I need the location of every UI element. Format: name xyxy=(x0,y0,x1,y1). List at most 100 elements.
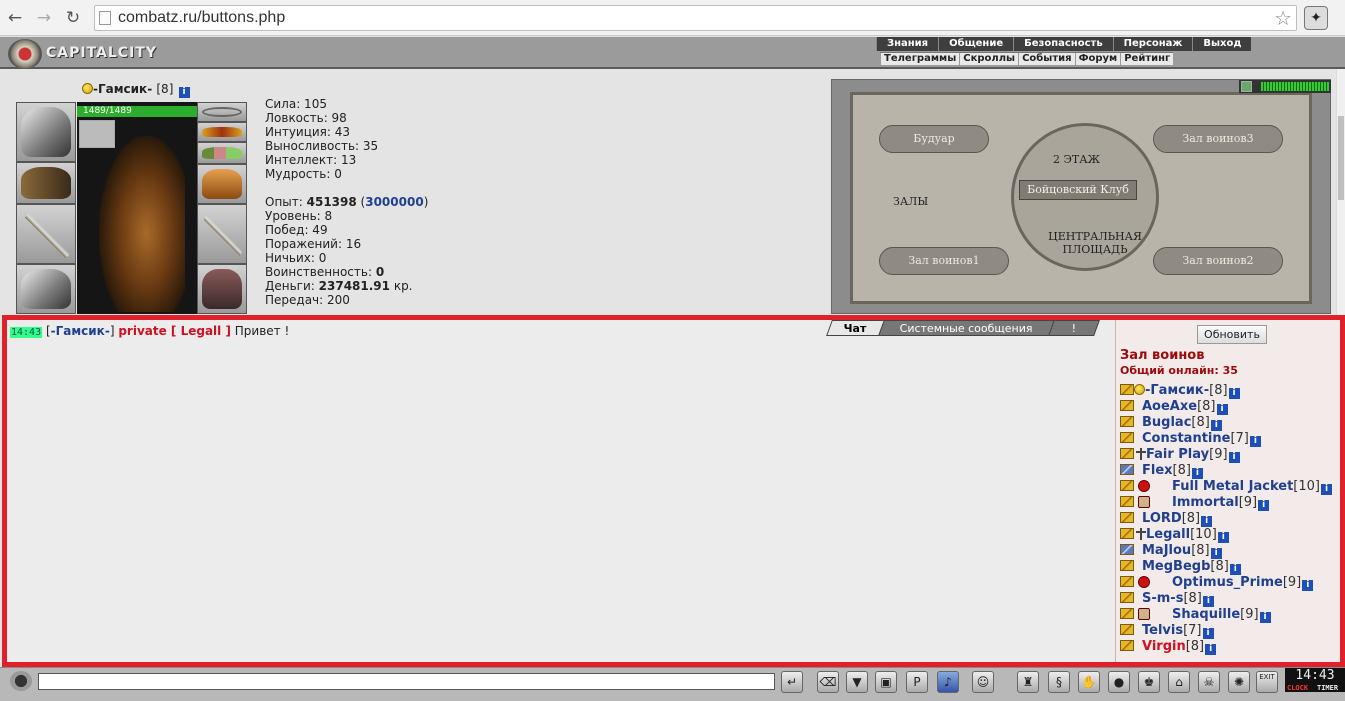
list-item[interactable]: Legall[10] i xyxy=(1120,527,1340,543)
room-warriors1[interactable]: Зал воинов1 xyxy=(879,247,1009,275)
eraser-icon[interactable]: ⌫ xyxy=(817,671,839,693)
info-icon[interactable]: i xyxy=(1191,468,1203,479)
info-icon[interactable]: i xyxy=(1202,628,1214,639)
list-item[interactable]: Constantine[7] i xyxy=(1120,431,1340,447)
reload-icon[interactable]: ↻ xyxy=(62,7,84,29)
private-msg-icon[interactable] xyxy=(1120,432,1134,443)
list-item[interactable]: Immortal[9] i xyxy=(1120,495,1340,511)
list-item[interactable]: Virgin[8] i xyxy=(1120,639,1340,655)
menu-security[interactable]: Безопасность xyxy=(1013,37,1113,51)
chat-input[interactable] xyxy=(38,673,775,690)
room-warriors3[interactable]: Зал воинов3 xyxy=(1153,125,1283,153)
submenu-rating[interactable]: Рейтинг xyxy=(1120,53,1173,65)
fight-club-sign[interactable]: Бойцовский Клуб xyxy=(1019,180,1137,200)
message-private-tag[interactable]: private [ Legall ] xyxy=(118,324,231,338)
back-icon[interactable]: ← xyxy=(4,7,26,29)
bookmark-star-icon[interactable]: ☆ xyxy=(1274,6,1292,30)
info-icon[interactable]: i xyxy=(1216,404,1228,415)
list-item[interactable]: LORD[8] i xyxy=(1120,511,1340,527)
private-msg-icon[interactable] xyxy=(1120,528,1134,539)
bracers-slot[interactable] xyxy=(16,162,76,204)
list-item[interactable]: Flex[8] i xyxy=(1120,463,1340,479)
submenu-telegrams[interactable]: Телеграммы xyxy=(880,53,959,65)
refresh-map-icon[interactable] xyxy=(1241,81,1252,92)
skills-icon[interactable]: ✋ xyxy=(1078,671,1100,693)
armor-slot[interactable] xyxy=(16,264,76,314)
sound-icon[interactable]: ♪ xyxy=(937,671,959,693)
tab-alerts[interactable]: ! xyxy=(1047,320,1100,336)
submenu-events[interactable]: События xyxy=(1018,53,1074,65)
submenu-scrolls[interactable]: Скроллы xyxy=(959,53,1018,65)
private-msg-icon[interactable] xyxy=(1120,640,1134,651)
info-icon[interactable]: i xyxy=(1228,452,1240,463)
list-item[interactable]: MegBegb[8] i xyxy=(1120,559,1340,575)
menu-communication[interactable]: Общение xyxy=(938,37,1013,51)
legs-slot[interactable] xyxy=(197,264,247,314)
private-msg-icon[interactable] xyxy=(1120,416,1134,427)
timer-label[interactable]: TIMER xyxy=(1317,684,1338,692)
list-item[interactable]: S-m-s[8] i xyxy=(1120,591,1340,607)
fight-icon[interactable]: ☠ xyxy=(1198,671,1220,693)
scroll-icon[interactable]: § xyxy=(1048,671,1070,693)
list-item[interactable]: AoeAxe[8] i xyxy=(1120,399,1340,415)
list-item[interactable]: Telvis[7] i xyxy=(1120,623,1340,639)
list-item[interactable]: Fair Play[9] i xyxy=(1120,447,1340,463)
gloves-slot[interactable] xyxy=(197,164,247,204)
info-icon[interactable]: i xyxy=(1259,612,1271,623)
info-icon[interactable]: i xyxy=(1228,388,1240,399)
list-item[interactable]: Shaquille[9] i xyxy=(1120,607,1340,623)
menu-knowledge[interactable]: Знания xyxy=(876,37,938,51)
exit-icon[interactable]: EXIT xyxy=(1256,671,1278,693)
private-msg-icon[interactable] xyxy=(1120,464,1134,475)
private-msg-icon[interactable] xyxy=(1120,448,1134,459)
info-icon[interactable]: i xyxy=(1201,516,1213,527)
tab-system-messages[interactable]: Системные сообщения xyxy=(877,320,1055,336)
bug-icon[interactable]: ✺ xyxy=(1228,671,1250,693)
info-icon[interactable]: i xyxy=(1202,596,1214,607)
menu-exit[interactable]: Выход xyxy=(1192,37,1251,51)
private-msg-icon[interactable] xyxy=(1120,560,1134,571)
url-text[interactable]: combatz.ru/buttons.php xyxy=(118,9,285,27)
shop-icon[interactable]: ⌂ xyxy=(1168,671,1190,693)
private-msg-icon[interactable] xyxy=(1120,400,1134,411)
refresh-button[interactable]: Обновить xyxy=(1197,325,1267,344)
address-bar[interactable]: combatz.ru/buttons.php ☆ xyxy=(94,5,1297,31)
scrollbar-thumb[interactable] xyxy=(1338,116,1344,200)
list-item[interactable]: Buglac[8] i xyxy=(1120,415,1340,431)
private-msg-icon[interactable] xyxy=(1120,544,1134,555)
info-icon[interactable]: i xyxy=(1320,484,1332,495)
info-icon[interactable]: i xyxy=(178,87,190,98)
label-halls[interactable]: ЗАЛЫ xyxy=(893,195,928,208)
extension-icon[interactable]: ✦ xyxy=(1304,6,1328,30)
info-icon[interactable]: i xyxy=(1205,644,1217,655)
clock-label[interactable]: CLOCK xyxy=(1287,684,1308,692)
inventory-icon[interactable]: ♜ xyxy=(1017,671,1039,693)
send-icon[interactable]: ↵ xyxy=(781,671,803,693)
save-log-icon[interactable]: ▣ xyxy=(875,671,897,693)
room-warriors2[interactable]: Зал воинов2 xyxy=(1153,247,1283,275)
info-icon[interactable]: i xyxy=(1217,532,1229,543)
message-author[interactable]: -Гамсик- xyxy=(51,324,110,338)
submenu-forum[interactable]: Форум xyxy=(1074,53,1121,65)
info-icon[interactable]: i xyxy=(1249,436,1261,447)
mood-icon[interactable]: ● xyxy=(1108,671,1130,693)
private-msg-icon[interactable] xyxy=(1120,512,1134,523)
label-floor2[interactable]: 2 ЭТАЖ xyxy=(1053,153,1100,166)
helmet-slot[interactable] xyxy=(16,102,76,162)
info-icon[interactable]: i xyxy=(1258,500,1270,511)
speaker-icon[interactable] xyxy=(10,671,32,691)
list-item[interactable]: Optimus_Prime[9] i xyxy=(1120,575,1340,591)
private-msg-icon[interactable] xyxy=(1120,480,1134,491)
clan-icon[interactable]: ♚ xyxy=(1138,671,1160,693)
private-msg-icon[interactable] xyxy=(1120,496,1134,507)
info-icon[interactable]: i xyxy=(1302,580,1314,591)
private-msg-icon[interactable] xyxy=(1120,608,1134,619)
translit-icon[interactable]: P xyxy=(906,671,928,693)
belt-slot[interactable] xyxy=(197,122,247,142)
forward-icon[interactable]: → xyxy=(33,7,55,29)
filter-icon[interactable]: ▼ xyxy=(846,671,868,693)
private-msg-icon[interactable] xyxy=(1120,592,1134,603)
rings-slot[interactable] xyxy=(197,142,247,164)
info-icon[interactable]: i xyxy=(1210,420,1222,431)
room-boudoir[interactable]: Будуар xyxy=(879,125,989,153)
